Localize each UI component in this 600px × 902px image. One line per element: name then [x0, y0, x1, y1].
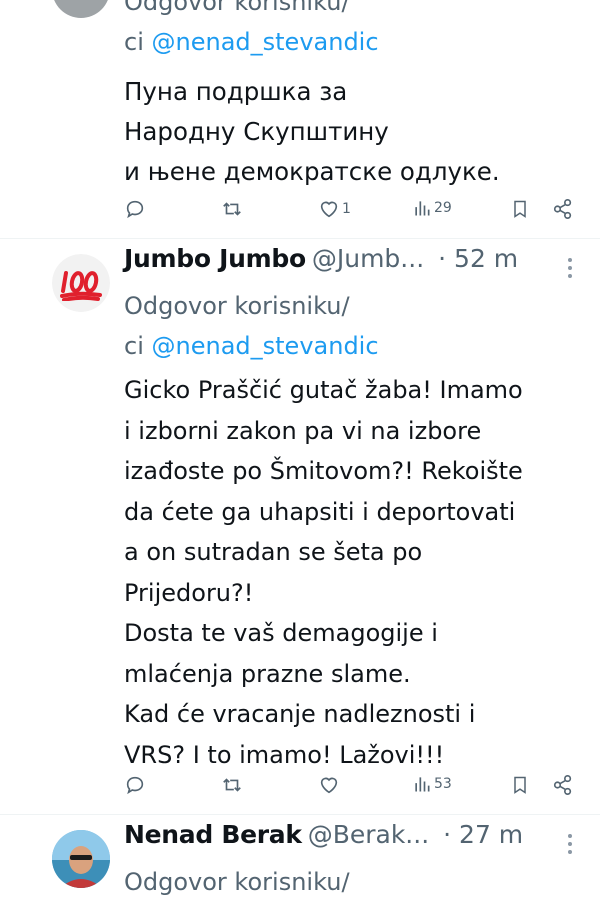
hundred-emoji-icon — [52, 254, 110, 312]
reply-cont: ci — [124, 28, 144, 56]
divider — [0, 238, 600, 239]
tweet-header: Jumbo Jumbo @Jumb... · 52 m — [124, 244, 580, 284]
reply-icon — [126, 776, 144, 795]
retweet-icon — [223, 202, 241, 216]
reply-prefix: Odgovor korisniku/ — [124, 868, 350, 896]
text-line: Kad će vracanje nadleznosti i — [124, 700, 476, 728]
bookmark-button[interactable] — [510, 198, 530, 220]
views-button[interactable]: 53 — [412, 774, 452, 794]
text-line: da ćete ga uhapsiti i deportovati — [124, 497, 516, 526]
retweet-icon — [223, 778, 241, 792]
divider — [0, 814, 600, 815]
bookmark-icon — [514, 776, 526, 794]
retweet-button[interactable] — [220, 198, 244, 220]
bookmark-icon — [514, 200, 526, 218]
text-line: i izborni zakon pa vi na izbore — [124, 416, 482, 445]
reply-button[interactable] — [124, 198, 146, 220]
like-button[interactable]: 1 — [318, 198, 351, 220]
text-line: mlaćenja prazne slame. — [124, 659, 411, 688]
tweet-text: Пуна подршка за Народну Скупштину и њене… — [124, 72, 580, 192]
tweet-header: Nenad Berak @Berak... · 27 m — [124, 820, 580, 860]
reply-prefix: Odgovor korisniku/ — [124, 0, 350, 16]
avatar[interactable] — [52, 0, 110, 18]
action-bar: 1 29 — [124, 198, 584, 228]
reply-prefix: Odgovor korisniku/ — [124, 292, 350, 320]
avatar[interactable] — [52, 830, 110, 888]
avatar[interactable] — [52, 254, 110, 312]
like-icon — [320, 777, 338, 794]
more-icon[interactable] — [568, 834, 572, 854]
reply-to: Odgovor korisniku/ ci @nenad_stevandic — [124, 286, 580, 366]
timestamp[interactable]: · 52 m — [438, 244, 518, 273]
timestamp[interactable]: · 27 m — [443, 820, 523, 849]
avatar-photo — [52, 830, 110, 888]
text-line: и њене демократске одлуке. — [124, 157, 500, 186]
views-count: 29 — [434, 200, 452, 216]
reply-to: Odgovor korisniku/ — [124, 862, 580, 902]
user-handle[interactable]: @Berak... — [308, 820, 429, 849]
reply-icon — [126, 200, 144, 219]
text-line: Народну Скупштину — [124, 117, 389, 146]
views-icon — [415, 201, 430, 216]
text-line: Dosta te vaš demagogije i — [124, 619, 438, 647]
text-line: Prijedoru?! — [124, 578, 254, 607]
views-icon — [415, 777, 430, 792]
share-icon — [553, 775, 572, 795]
user-handle[interactable]: @Jumb... — [312, 244, 424, 273]
text-line: Пуна подршка за — [124, 77, 348, 106]
mention-link[interactable]: @nenad_stevandic — [152, 28, 379, 56]
text-line: VRS? I to imamo! Lažovi!!! — [124, 740, 445, 769]
mention-link[interactable]: @nenad_stevandic — [152, 332, 379, 360]
reply-button[interactable] — [124, 774, 146, 796]
views-count: 53 — [434, 776, 452, 792]
retweet-button[interactable] — [220, 774, 244, 796]
action-bar: 53 — [124, 774, 584, 804]
bookmark-button[interactable] — [510, 774, 530, 796]
like-count: 1 — [342, 201, 351, 217]
tweet-text: Gicko Praščić gutač žaba! Imamo i izborn… — [124, 370, 580, 775]
text-line: Gicko Praščić gutač žaba! Imamo — [124, 376, 523, 404]
hundred-emoji-glyph — [60, 271, 102, 301]
like-button[interactable] — [318, 774, 340, 796]
display-name[interactable]: Jumbo Jumbo — [124, 244, 306, 273]
more-icon[interactable] — [568, 258, 572, 278]
share-button[interactable] — [552, 198, 574, 220]
reply-cont: ci — [124, 332, 144, 360]
text-line: a on sutradan se šeta po — [124, 538, 423, 566]
views-button[interactable]: 29 — [412, 198, 452, 218]
text-line: izađoste po Šmitovom?! Rekoište — [124, 457, 523, 485]
like-icon — [320, 201, 338, 218]
display-name[interactable]: Nenad Berak — [124, 820, 302, 849]
reply-to: Odgovor korisniku/ ci @nenad_stevandic — [124, 0, 580, 60]
share-button[interactable] — [552, 774, 574, 796]
share-icon — [553, 199, 572, 219]
